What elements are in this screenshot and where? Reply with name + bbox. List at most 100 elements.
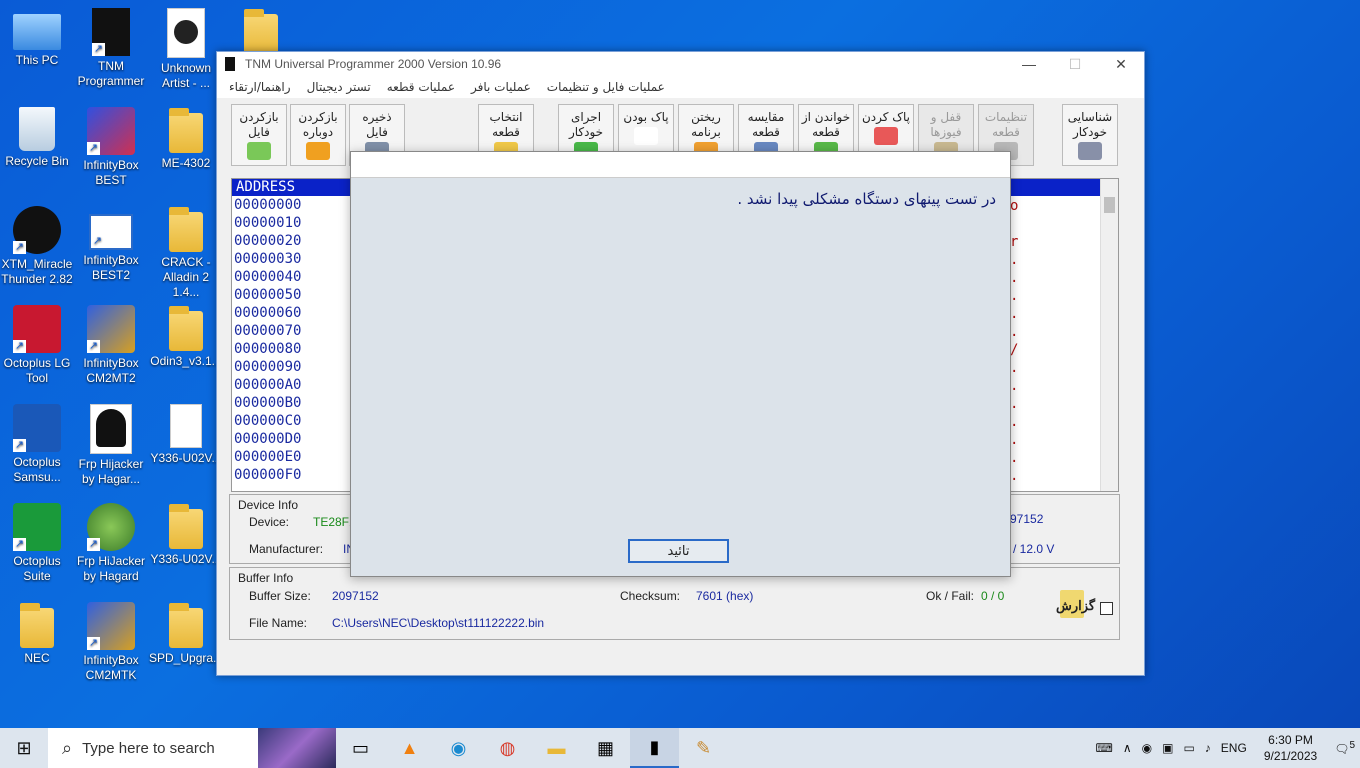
desktop-icon-label: InfinityBox BEST: [83, 158, 139, 187]
desktop-icon-label: TNM Programmer: [77, 59, 145, 88]
desktop-icon-y336-folder[interactable]: Y336-U02V...: [149, 503, 223, 567]
tnm-programmer-icon: [92, 8, 130, 56]
desktop-icon-crack-alladin[interactable]: CRACK - Alladin 2 1.4...: [149, 206, 223, 300]
dialog-title-bar: [351, 152, 1010, 178]
desktop-icon-xtm[interactable]: XTM_Miracle Thunder 2.82: [0, 206, 74, 287]
tnm-app-icon: ▮: [649, 736, 660, 757]
button-label: شناسایی خودکار: [1067, 110, 1113, 139]
desktop-icon-infinitybox-best2[interactable]: InfinityBox BEST2: [74, 206, 148, 283]
reopen-button[interactable]: بازکردن دوباره: [290, 104, 346, 166]
desktop-icon-infinitybox-cm2mt2[interactable]: InfinityBox CM2MT2: [74, 305, 148, 386]
desktop-icon-octoplus-suite[interactable]: Octoplus Suite: [0, 503, 74, 584]
menu-buffer-operations[interactable]: عملیات بافر: [471, 80, 531, 94]
task-view-button[interactable]: ▭: [336, 728, 385, 768]
desktop-icon-frp-hijacker-hagard[interactable]: Frp HiJacker by Hagard: [74, 503, 148, 584]
desktop-icon-infinitybox-best[interactable]: InfinityBox BEST: [74, 107, 148, 188]
vlc-taskbar-button[interactable]: ▲: [385, 728, 434, 768]
desktop-icon-label: NEC: [24, 651, 50, 665]
desktop-icon-label: XTM_Miracle Thunder 2.82: [1, 257, 73, 286]
confirm-button[interactable]: تائید: [628, 539, 729, 563]
paint-taskbar-button[interactable]: ✎: [679, 728, 728, 768]
buffer-size-label: Buffer Size:: [249, 589, 311, 603]
desktop-icon-folder-top[interactable]: [224, 8, 298, 57]
ascii-char: .: [1010, 414, 1019, 430]
task-view-icon: ▭: [351, 737, 369, 758]
desktop-icon-label: Unknown Artist - ...: [160, 61, 212, 90]
desktop-icon-unknown-artist[interactable]: Unknown Artist - ...: [149, 8, 223, 91]
desktop-icon-odin3[interactable]: Odin3_v3.1...: [149, 305, 223, 369]
desktop-icon-label: ME-4302: [161, 156, 211, 170]
desktop-icon-infinitybox-cm2mtk[interactable]: InfinityBox CM2MTK: [74, 602, 148, 683]
search-box[interactable]: ⌕ Type here to search: [48, 728, 336, 768]
chevron-up-icon[interactable]: ∧: [1123, 741, 1132, 755]
language-indicator[interactable]: ENG: [1221, 741, 1247, 755]
desktop-icon-label: CRACK - Alladin 2 1.4...: [161, 255, 211, 299]
folder-icon: [169, 108, 203, 153]
user-folder-icon: [20, 603, 54, 648]
maximize-button[interactable]: ☐: [1052, 56, 1098, 73]
clock-date: 9/21/2023: [1263, 749, 1318, 763]
media-file-icon: [167, 8, 205, 58]
search-placeholder: Type here to search: [82, 739, 215, 757]
ascii-char: .: [1010, 270, 1019, 286]
message-dialog: در تست پینهای دستگاه مشکلی پیدا نشد . تا…: [350, 151, 1011, 577]
menu-help-upgrade[interactable]: راهنما/ارتقاء: [229, 80, 291, 94]
auto-detect-button[interactable]: شناسایی خودکار: [1062, 104, 1118, 166]
ascii-char: .: [1010, 432, 1019, 448]
folder-icon: ▬: [547, 737, 566, 758]
octoplus-icon: [13, 305, 61, 353]
chrome-icon: ◍: [499, 737, 516, 758]
open-file-button[interactable]: بازکردن فایل: [231, 104, 287, 166]
record-icon[interactable]: ◉: [1142, 741, 1152, 755]
file-name-label: File Name:: [249, 616, 308, 630]
volume-icon[interactable]: ♪: [1205, 741, 1211, 755]
calculator-taskbar-button[interactable]: ▦: [581, 728, 630, 768]
button-label: خواندن از قطعه: [801, 110, 851, 139]
menu-digital-tester[interactable]: تستر دیجیتال: [307, 80, 371, 94]
desktop-icon-label: Frp HiJacker by Hagard: [76, 554, 145, 583]
search-icon: ⌕: [62, 737, 73, 758]
gsm-xteam-icon: [13, 206, 61, 254]
button-label: پاک بودن: [623, 110, 669, 124]
ascii-char: o: [1010, 198, 1019, 214]
paint-palette-icon: ✎: [695, 737, 712, 758]
button-label: بازکردن فایل: [239, 110, 279, 139]
keyboard-icon[interactable]: ⌨: [1096, 741, 1113, 755]
start-button[interactable]: ⊞: [0, 728, 48, 768]
close-button[interactable]: ✕: [1098, 56, 1144, 73]
desktop-icon-nec[interactable]: NEC: [0, 602, 74, 666]
menu-chip-operations[interactable]: عملیات قطعه: [387, 80, 455, 94]
desktop-icon-label: This PC: [15, 53, 59, 67]
notification-icon[interactable]: 🗨5: [1334, 740, 1355, 756]
folder-icon: [169, 603, 203, 648]
blank-check-icon: [634, 127, 658, 145]
edge-taskbar-button[interactable]: ◉: [434, 728, 483, 768]
desktop-icon-recycle-bin[interactable]: Recycle Bin: [0, 107, 74, 169]
report-label: گزارش: [1056, 598, 1096, 613]
desktop-icon-tnm-programmer[interactable]: TNM Programmer: [74, 8, 148, 89]
network-icon[interactable]: ▭: [1183, 741, 1194, 755]
desktop-icon-label: Octoplus Suite: [13, 554, 61, 583]
chrome-taskbar-button[interactable]: ◍: [483, 728, 532, 768]
device-icon[interactable]: ▣: [1162, 741, 1173, 755]
desktop-icon-spd-upgrade[interactable]: SPD_Upgra...: [149, 602, 223, 666]
button-label: ذخیره فایل: [362, 110, 392, 139]
desktop-icon-y336-file[interactable]: Y336-U02V...: [149, 404, 223, 466]
desktop-icon-octoplus-samsung[interactable]: Octoplus Samsu...: [0, 404, 74, 485]
edge-icon: ◉: [450, 737, 467, 758]
tnm-taskbar-button[interactable]: ▮: [630, 728, 679, 768]
desktop-icon-this-pc[interactable]: This PC: [0, 8, 74, 68]
file-explorer-taskbar-button[interactable]: ▬: [532, 728, 581, 768]
report-checkbox[interactable]: [1100, 602, 1113, 615]
button-label: پاک کردن: [861, 110, 911, 124]
app-icon: [225, 57, 235, 71]
desktop-icon-frp-hijacker-hagar[interactable]: Frp Hijacker by Hagar...: [74, 404, 148, 487]
desktop-icon-octoplus-lg[interactable]: Octoplus LG Tool: [0, 305, 74, 386]
minimize-button[interactable]: —: [1006, 56, 1052, 73]
clock[interactable]: 6:30 PM 9/21/2023: [1264, 732, 1317, 764]
hex-scrollbar[interactable]: [1100, 179, 1118, 491]
menu-file-settings[interactable]: عملیات فایل و تنظیمات: [547, 80, 665, 94]
scrollbar-thumb[interactable]: [1104, 197, 1115, 213]
desktop-icon-me-4302[interactable]: ME-4302: [149, 107, 223, 171]
button-label: اجرای خودکار: [568, 110, 604, 139]
